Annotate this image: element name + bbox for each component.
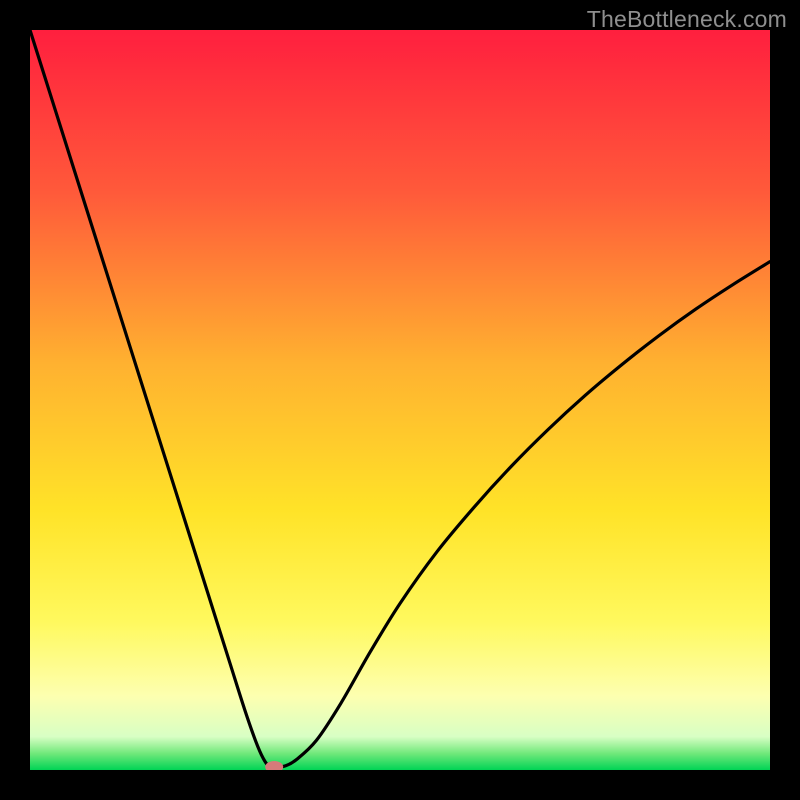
chart-svg xyxy=(30,30,770,770)
gradient-background xyxy=(30,30,770,770)
chart-area xyxy=(30,30,770,770)
watermark-text: TheBottleneck.com xyxy=(587,6,787,33)
